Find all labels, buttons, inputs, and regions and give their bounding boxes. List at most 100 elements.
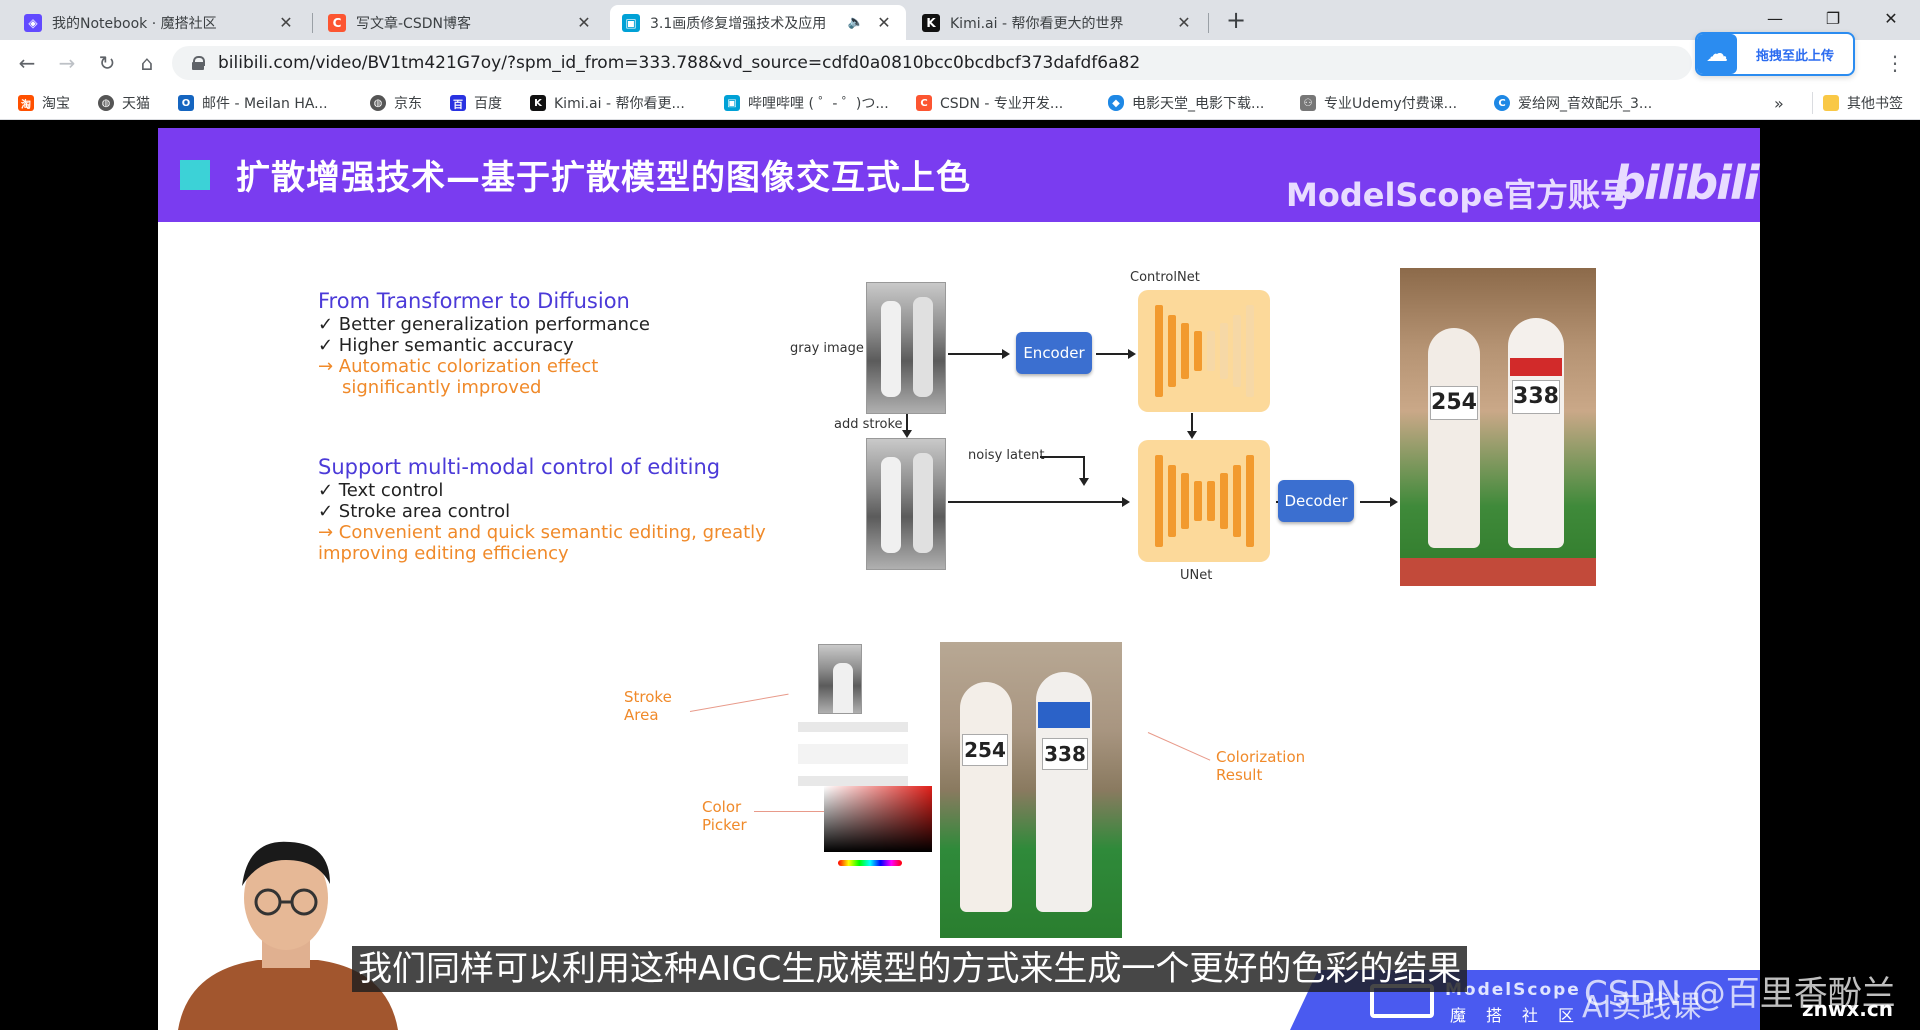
bookmark-label: 天猫 [122, 96, 150, 112]
bullet-item: ✓ Higher semantic accuracy [318, 335, 574, 356]
minimize-button[interactable]: — [1752, 4, 1798, 34]
url-text: bilibili.com/video/BV1tm421G7oy/?spm_id_… [218, 53, 1141, 73]
stroked-input-image [866, 438, 946, 570]
bib-number: 338 [1042, 738, 1088, 770]
close-tab-icon[interactable]: ✕ [874, 13, 894, 32]
restore-button[interactable]: ❐ [1810, 4, 1856, 34]
course-watermark: AI实践课 [1582, 990, 1702, 1025]
close-tab-icon[interactable]: ✕ [574, 13, 594, 32]
encoder-block: Encoder [1016, 332, 1092, 374]
banner-cn: 魔搭社区 [1450, 1006, 1595, 1025]
bookmark-label: 爱给网_音效配乐_3... [1518, 96, 1653, 112]
highlight-item: → Convenient and quick semantic editing,… [318, 522, 766, 543]
label-line: Colorization [1216, 748, 1306, 766]
bookmark-bilibili[interactable]: ▣ 哔哩哔哩 ( ゜- ゜)つ... [724, 92, 889, 114]
label-line: Picker [702, 816, 747, 834]
stroke-area-label: Stroke Area [624, 688, 672, 724]
bookmark-taobao[interactable]: 淘淘宝 [18, 92, 70, 114]
site-watermark: znwx.cn [1802, 997, 1893, 1021]
arrow-down [1187, 413, 1197, 439]
connector-line [1040, 456, 1084, 458]
pointer-line [1147, 732, 1211, 761]
runner-right [1508, 318, 1564, 548]
add-stroke-label: add stroke [834, 417, 903, 432]
section-multimodal-control: Support multi-modal control of editing ✓… [318, 454, 766, 564]
csdn-icon: C [916, 95, 932, 111]
modelscope-icon: ◈ [24, 13, 42, 32]
bookmark-csdn[interactable]: C CSDN - 专业开发... [916, 92, 1063, 114]
bookmark-udemy[interactable]: ⚇ 专业Udemy付费课... [1300, 92, 1457, 114]
new-tab-button[interactable]: + [1222, 6, 1250, 34]
globe-icon: ◍ [98, 95, 114, 111]
upload-drop-button[interactable]: ☁ 拖拽至此上传 [1695, 32, 1855, 76]
tab-modelscope-notebook[interactable]: ◈ 我的Notebook · 魔搭社区 ✕ [12, 5, 308, 40]
tab-kimi[interactable]: K Kimi.ai - 帮你看更大的世界 ✕ [910, 5, 1206, 40]
aigei-icon: C [1494, 95, 1510, 111]
unet-label: UNet [1180, 568, 1213, 583]
other-bookmarks[interactable]: 其他书签 [1812, 92, 1903, 114]
close-tab-icon[interactable]: ✕ [1174, 13, 1194, 32]
gray-input-image [866, 282, 946, 414]
tab-title: 我的Notebook · 魔搭社区 [52, 15, 217, 32]
home-icon[interactable]: ⌂ [132, 48, 162, 78]
bookmark-aigei[interactable]: C 爱给网_音效配乐_3... [1494, 92, 1652, 114]
section-heading: From Transformer to Diffusion [318, 289, 630, 313]
cloud-upload-icon: ☁ [1697, 34, 1737, 74]
address-bar[interactable]: bilibili.com/video/BV1tm421G7oy/?spm_id_… [172, 46, 1692, 80]
bookmark-mail[interactable]: O 邮件 - Meilan HA... [178, 92, 328, 114]
tab-csdn-write[interactable]: C 写文章-CSDN博客 ✕ [316, 5, 606, 40]
brand-text: ModelScope官方账号 [1286, 176, 1633, 214]
close-tab-icon[interactable]: ✕ [276, 13, 296, 32]
video-player[interactable]: 扩散增强技术—基于扩散模型的图像交互式上色 ModelScope官方账号 bil… [0, 120, 1920, 1030]
arrow-down [1079, 456, 1089, 486]
tab-bilibili-video[interactable]: ▣ 3.1画质修复增强技术及应用 🔈 ✕ [610, 5, 906, 40]
bookmark-label: 邮件 - Meilan HA... [202, 96, 328, 112]
browser-menu-icon[interactable]: ⋮ [1880, 48, 1910, 78]
folder-icon [1823, 95, 1839, 111]
lock-icon[interactable] [192, 56, 205, 70]
presenter-webcam [178, 841, 398, 1030]
bookmark-dytt[interactable]: ◆ 电影天堂_电影下载... [1108, 92, 1264, 114]
bullet-item: ✓ Text control [318, 480, 444, 501]
bookmark-baidu[interactable]: 百百度 [450, 92, 502, 114]
upload-label: 拖拽至此上传 [1755, 48, 1834, 64]
color-picker-gradient[interactable] [824, 786, 932, 852]
hue-slider[interactable] [838, 860, 902, 866]
bookmark-tmall[interactable]: ◍ 天猫 [98, 92, 150, 114]
speaker-icon[interactable]: 🔈 [848, 15, 864, 30]
runner-left [1428, 328, 1480, 548]
bookmark-kimi[interactable]: K Kimi.ai - 帮你看更... [530, 92, 685, 114]
tab-strip: ◈ 我的Notebook · 魔搭社区 ✕ C 写文章-CSDN博客 ✕ ▣ 3… [0, 0, 1920, 40]
ui-bar [798, 776, 908, 786]
bilibili-icon: ▣ [622, 13, 640, 32]
bookmark-label: CSDN - 专业开发... [940, 96, 1064, 112]
bookmark-jd[interactable]: ◍ 京东 [370, 92, 422, 114]
label-line: Stroke [624, 688, 672, 706]
demo-ui-panel [798, 638, 932, 866]
controlnet-label: ControlNet [1130, 270, 1200, 285]
unet-block [1138, 440, 1270, 562]
section-transformer-to-diffusion: From Transformer to Diffusion ✓ Better g… [318, 288, 650, 398]
header-square-icon [180, 160, 210, 190]
people-icon: ⚇ [1300, 95, 1316, 111]
bookmark-label: 电影天堂_电影下载... [1132, 96, 1265, 112]
baidu-icon: 百 [450, 95, 466, 111]
shield-icon: ◆ [1108, 95, 1124, 111]
bookmarks-overflow-button[interactable]: » [1774, 92, 1784, 114]
kimi-icon: K [530, 95, 546, 111]
bookmarks-bar: 淘淘宝 ◍ 天猫 O 邮件 - Meilan HA... ◍ 京东 百百度 K Kimi… [0, 86, 1920, 120]
highlight-item: improving editing efficiency [318, 543, 569, 564]
back-arrow-icon[interactable]: ← [12, 48, 42, 78]
bib-number: 254 [1430, 386, 1478, 420]
taobao-icon: 淘 [18, 95, 34, 111]
bib-number: 338 [1512, 380, 1560, 414]
demo-thumbnail [818, 644, 862, 714]
red-shirt-band [1510, 358, 1562, 376]
tab-separator [1208, 13, 1209, 33]
blue-shirt-band [1038, 702, 1090, 728]
close-window-button[interactable]: ✕ [1868, 4, 1914, 34]
bookmark-label: 淘宝 [42, 96, 70, 112]
bib-number: 254 [962, 734, 1008, 766]
reload-icon[interactable]: ↻ [92, 48, 122, 78]
forward-arrow-icon[interactable]: → [52, 48, 82, 78]
